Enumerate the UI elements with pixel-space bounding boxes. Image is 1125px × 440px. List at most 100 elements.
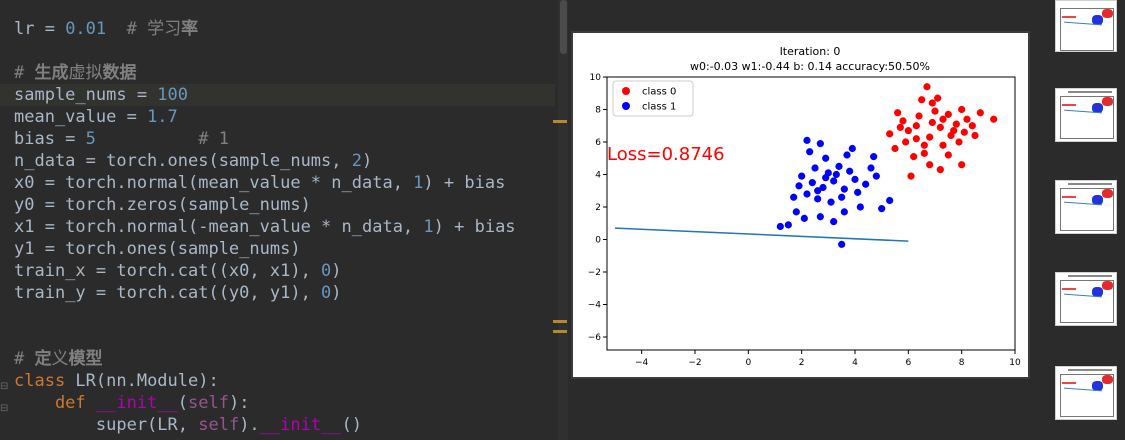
scatter-point-class-1 (814, 195, 822, 203)
scatter-point-class-0 (920, 149, 928, 157)
scatter-point-class-0 (936, 166, 944, 174)
code-line-x0[interactable]: x0 = torch.normal(mean_value * n_data, 1… (0, 172, 555, 194)
code-line-comment-data[interactable]: # 生成虚拟数据 (0, 62, 555, 84)
code-line-blank-1[interactable] (0, 40, 555, 62)
code-token: __init__ (95, 393, 178, 413)
editor-scrollbar-track[interactable] (558, 0, 568, 440)
scatter-point-class-0 (960, 128, 968, 136)
code-line-comment-model[interactable]: # 定义模型 (0, 348, 555, 370)
plot-thumbnail[interactable] (1055, 366, 1117, 420)
code-token: 5 (85, 129, 96, 149)
plot-thumbnail[interactable] (1055, 88, 1117, 142)
code-line-text: class LR(nn.Module): (14, 370, 219, 392)
code-line-n-data[interactable]: n_data = torch.ones(sample_nums, 2) (0, 150, 555, 172)
code-token: 1 (413, 173, 424, 193)
code-token: __init__ (259, 415, 342, 435)
code-line-mean-value[interactable]: mean_value = 1.7 (0, 106, 555, 128)
error-stripe-marker[interactable] (553, 120, 567, 123)
plot-thumbnail[interactable] (1055, 180, 1117, 234)
code-token: 0 (321, 283, 332, 303)
plot-thumbnail[interactable] (1055, 0, 1117, 52)
plot-axes-frame (606, 76, 1016, 351)
code-line-blank-3[interactable] (0, 326, 555, 348)
scatter-point-class-0 (976, 109, 984, 117)
scatter-point-class-1 (851, 175, 859, 183)
code-token: 数据 (102, 63, 137, 83)
code-token: ) (331, 283, 342, 303)
scatter-point-class-0 (928, 118, 936, 127)
scatter-point-class-0 (968, 122, 976, 130)
scatter-point-class-0 (926, 161, 934, 169)
code-token: y1 = torch.ones(sample_nums) (14, 239, 301, 259)
code-line-text: mean_value = 1.7 (14, 106, 178, 128)
scatter-point-class-0 (928, 99, 936, 107)
code-token: ): (228, 393, 250, 413)
code-line-text: sample_nums = 100 (14, 84, 188, 106)
code-token: # 1 (95, 129, 229, 149)
code-line-class-lr[interactable]: class LR(nn.Module): (0, 370, 555, 392)
code-line-sample-nums[interactable]: sample_nums = 100 (0, 84, 555, 106)
plot-figure: Iteration: 0 w0:-0.03 w1:-0.44 b: 0.14 a… (571, 31, 1030, 379)
code-token: 1 (423, 217, 434, 237)
x-tick-label: 2 (799, 358, 805, 368)
scatter-points (776, 83, 998, 248)
code-line-super-init[interactable]: super(LR, self).__init__() (0, 414, 555, 436)
code-token: LR(nn.Module): (75, 371, 219, 391)
code-line-text: n_data = torch.ones(sample_nums, 2) (14, 150, 372, 172)
code-token: train_y = torch.cat((y0, y1), (14, 283, 322, 303)
y-tick-label: 8 (595, 106, 601, 116)
legend-label-class-0: class 0 (642, 87, 676, 98)
scatter-point-class-0 (963, 115, 971, 123)
x-tick-label: 6 (905, 358, 911, 368)
scatter-point-class-1 (862, 180, 870, 188)
code-token: self (198, 415, 240, 435)
scatter-point-class-1 (848, 144, 856, 153)
scatter-point-class-1 (838, 240, 846, 248)
editor-scrollbar-thumb[interactable] (560, 0, 567, 54)
code-line-train-y[interactable]: train_y = torch.cat((y0, y1), 0) (0, 282, 555, 304)
plot-thumbnail[interactable] (1055, 272, 1117, 326)
y-tick-label: −2 (588, 268, 601, 278)
code-token: ) + bias (433, 217, 516, 237)
code-token: sample_nums = (14, 85, 158, 105)
scatter-point-class-1 (784, 221, 792, 229)
code-token: # (14, 63, 35, 83)
scatter-point-class-0 (926, 133, 934, 141)
code-line-blank-2[interactable] (0, 304, 555, 326)
code-token: 1.7 (147, 107, 178, 127)
code-line-y1[interactable]: y1 = torch.ones(sample_nums) (0, 238, 555, 260)
scatter-point-class-1 (835, 162, 843, 170)
y-tick-label: 4 (595, 171, 601, 181)
scatter-point-class-0 (910, 153, 918, 161)
scatter-point-class-0 (931, 107, 939, 115)
code-token: ) + bias (423, 173, 506, 193)
code-token: self (188, 393, 229, 413)
code-token: x0 = torch.normal(mean_value * n_data, (14, 173, 414, 193)
x-tick-label: −2 (688, 358, 701, 368)
code-editor[interactable]: lr = 0.01 # 学习率 # 生成虚拟数据 sample_nums = 100… (0, 0, 555, 440)
legend-marker-class-0 (622, 87, 630, 95)
scatter-point-class-1 (843, 151, 851, 159)
error-stripe-marker[interactable] (553, 320, 567, 323)
scatter-point-class-0 (958, 161, 966, 169)
scatter-point-class-0 (936, 123, 944, 131)
code-line-def-init[interactable]: def __init__(self): (0, 392, 555, 414)
code-token: super(LR, (14, 415, 199, 435)
code-line-x1[interactable]: x1 = torch.normal(-mean_value * n_data, … (0, 216, 555, 238)
code-token: def (14, 393, 96, 413)
code-line-text: train_y = torch.cat((y0, y1), 0) (14, 282, 342, 304)
scatter-point-class-0 (920, 141, 928, 149)
code-token: 率 (181, 19, 199, 39)
chart-title: Iteration: 0 (780, 45, 841, 58)
code-line-lr[interactable]: lr = 0.01 # 学习率 (0, 18, 555, 40)
fold-class-icon[interactable]: ⊟ (0, 380, 10, 394)
code-line-bias[interactable]: bias = 5 # 1 (0, 128, 555, 150)
code-line-y0[interactable]: y0 = torch.zeros(sample_nums) (0, 194, 555, 216)
scatter-point-class-0 (912, 135, 920, 143)
error-stripe-marker[interactable] (553, 330, 567, 333)
fold-def-icon[interactable]: ⊟ (0, 402, 10, 416)
code-line-train-x[interactable]: train_x = torch.cat((x0, x1), 0) (0, 260, 555, 282)
code-token: 100 (157, 85, 189, 105)
code-token: 义 (51, 349, 69, 369)
scatter-point-class-1 (867, 164, 875, 172)
